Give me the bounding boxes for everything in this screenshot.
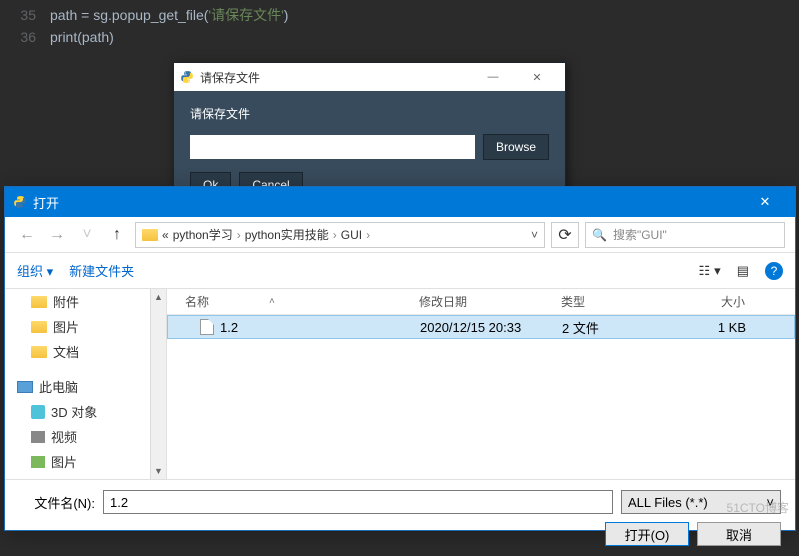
popup-label: 请保存文件 (190, 105, 549, 122)
popup-title: 请保存文件 (200, 69, 260, 86)
chevron-right-icon: › (237, 228, 241, 242)
python-logo-icon (180, 70, 194, 84)
code-line: 35 path = sg.popup_get_file('请保存文件') (8, 4, 791, 26)
video-icon (31, 431, 45, 443)
list-row[interactable]: 1.2 2020/12/15 20:33 2 文件 1 KB (167, 315, 795, 339)
nav-forward-button[interactable]: → (45, 223, 69, 247)
chevron-right-icon: › (366, 228, 370, 242)
code-line: 36 print(path) (8, 26, 791, 48)
minimize-button[interactable]: — (471, 63, 515, 91)
col-date[interactable]: 修改日期 (419, 293, 561, 310)
sort-indicator-icon: ˄ (269, 296, 275, 307)
popup-path-input[interactable] (190, 135, 475, 159)
sidebar-item[interactable]: 附件 (5, 289, 166, 314)
sidebar-item[interactable]: 图片 (5, 449, 166, 474)
breadcrumb-dropdown[interactable]: ˅ (531, 228, 538, 242)
close-button[interactable]: ✕ (743, 187, 787, 217)
nav-recent-button[interactable]: ˅ (75, 223, 99, 247)
col-size[interactable]: 大小 (681, 293, 759, 310)
refresh-button[interactable]: ⟳ (551, 222, 579, 248)
breadcrumb-prefix: « (162, 228, 169, 242)
search-icon: 🔍 (592, 228, 607, 242)
breadcrumb[interactable]: « python学习 › python实用技能 › GUI › ˅ (135, 222, 545, 248)
file-list: 名称 ˄ 修改日期 类型 大小 1.2 2020/12/15 20:33 2 文件… (167, 289, 795, 479)
newfolder-button[interactable]: 新建文件夹 (69, 261, 134, 280)
computer-icon (17, 381, 33, 393)
line-number: 35 (8, 4, 36, 26)
folder-icon (142, 229, 158, 241)
sidebar: 附件 图片 文档 此电脑 3D 对象 视频 图片 ▲ ▼ (5, 289, 167, 479)
open-button[interactable]: 打开(O) (605, 522, 689, 546)
col-name[interactable]: 名称 (185, 293, 209, 310)
sidebar-item[interactable]: 图片 (5, 314, 166, 339)
view-mode-button[interactable]: ☷▾ (699, 263, 721, 279)
breadcrumb-seg[interactable]: python实用技能 (245, 226, 329, 243)
line-number: 36 (8, 26, 36, 48)
sidebar-item[interactable]: 文档 (5, 339, 166, 364)
search-placeholder: 搜索"GUI" (613, 226, 667, 243)
python-logo-icon (13, 195, 27, 209)
cancel-button[interactable]: 取消 (697, 522, 781, 546)
chevron-down-icon: ˅ (766, 495, 774, 510)
help-button[interactable]: ? (765, 262, 783, 280)
filedlg-titlebar[interactable]: 打开 ✕ (5, 187, 795, 217)
sidebar-scrollbar[interactable]: ▲ ▼ (150, 289, 166, 479)
toolbar: 组织 ▾ 新建文件夹 ☷▾ ▤ ? (5, 253, 795, 289)
file-icon (200, 319, 214, 335)
picture-icon (31, 456, 45, 468)
scroll-up-icon[interactable]: ▲ (151, 289, 166, 305)
sidebar-item[interactable]: 视频 (5, 424, 166, 449)
filename-input[interactable] (103, 490, 613, 514)
close-button[interactable]: ✕ (515, 63, 559, 91)
list-view-icon: ☷ (699, 263, 711, 279)
breadcrumb-seg[interactable]: python学习 (173, 226, 233, 243)
filedlg-title: 打开 (33, 193, 59, 212)
filename-label: 文件名(N): (19, 493, 95, 512)
search-input[interactable]: 🔍 搜索"GUI" (585, 222, 785, 248)
chevron-right-icon: › (333, 228, 337, 242)
code-text: path = sg.popup_get_file('请保存文件') (50, 4, 288, 26)
nav-bar: ← → ˅ ↑ « python学习 › python实用技能 › GUI › … (5, 217, 795, 253)
folder-icon (31, 346, 47, 358)
filter-select[interactable]: ALL Files (*.*)˅ (621, 490, 781, 514)
code-text: print(path) (50, 26, 114, 48)
organize-button[interactable]: 组织 ▾ (17, 261, 53, 280)
col-type[interactable]: 类型 (561, 293, 681, 310)
folder-icon (31, 296, 47, 308)
code-editor: 35 path = sg.popup_get_file('请保存文件') 36 … (0, 0, 799, 52)
nav-back-button[interactable]: ← (15, 223, 39, 247)
scroll-down-icon[interactable]: ▼ (151, 463, 166, 479)
list-header[interactable]: 名称 ˄ 修改日期 类型 大小 (167, 289, 795, 315)
popup-titlebar[interactable]: 请保存文件 — ✕ (174, 63, 565, 91)
filedlg-bottom: 文件名(N): ALL Files (*.*)˅ 打开(O) 取消 (5, 479, 795, 556)
sidebar-item[interactable]: 3D 对象 (5, 399, 166, 424)
file-open-dialog: 打开 ✕ ← → ˅ ↑ « python学习 › python实用技能 › G… (4, 186, 796, 531)
folder-icon (31, 321, 47, 333)
browse-button[interactable]: Browse (483, 134, 549, 160)
nav-up-button[interactable]: ↑ (105, 223, 129, 247)
3d-objects-icon (31, 405, 45, 419)
sidebar-thispc[interactable]: 此电脑 (5, 374, 166, 399)
preview-icon: ▤ (737, 263, 749, 279)
preview-pane-button[interactable]: ▤ (737, 263, 749, 279)
breadcrumb-seg[interactable]: GUI (341, 228, 362, 242)
